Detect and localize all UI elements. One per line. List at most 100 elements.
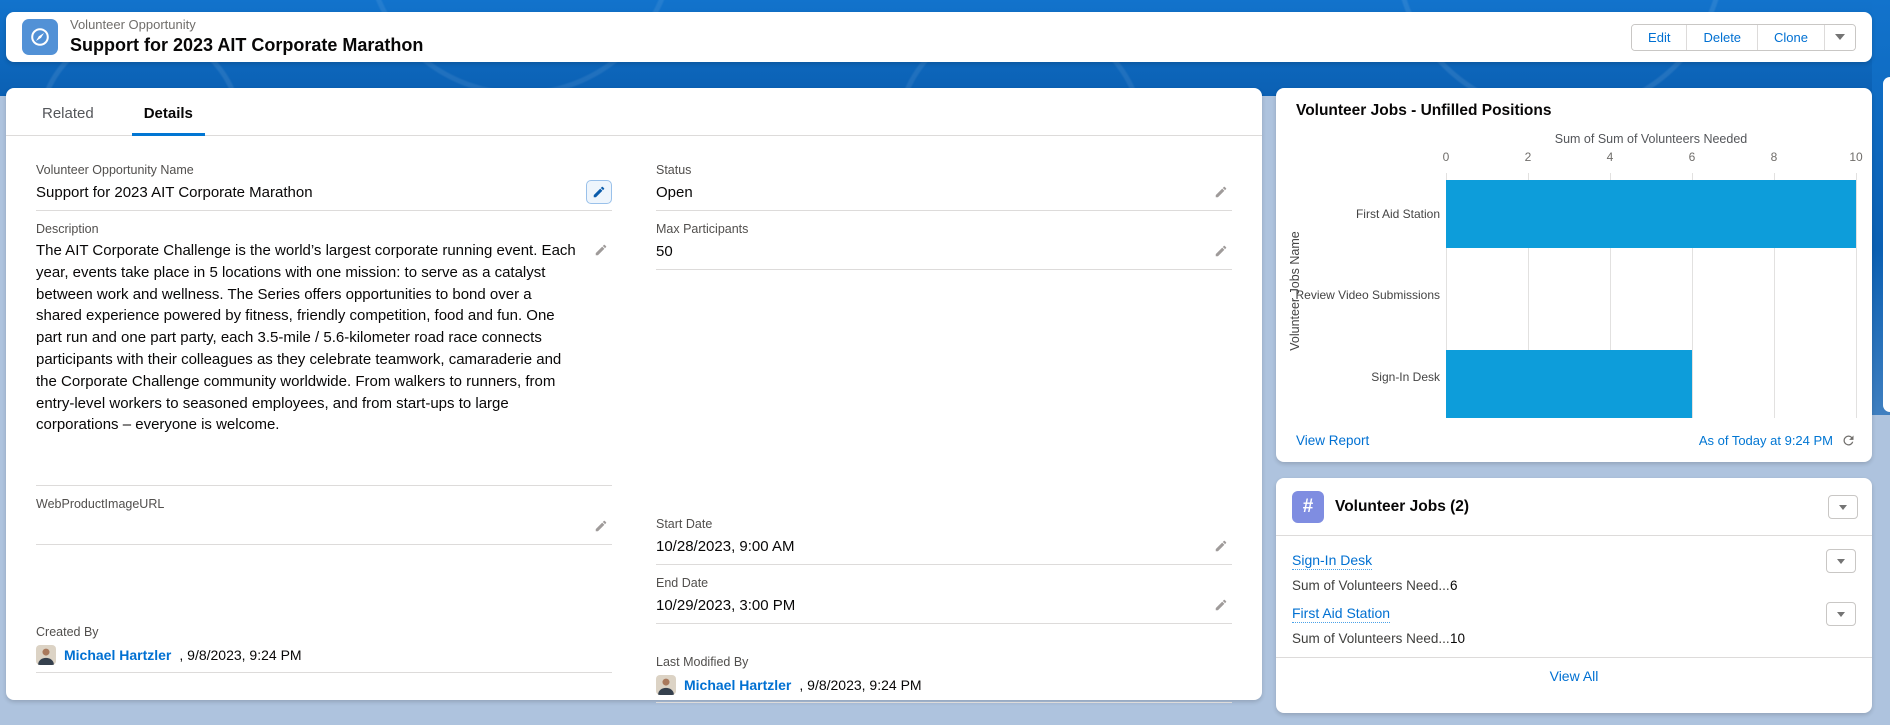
record-action-buttons: Edit Delete Clone [1631,24,1856,51]
field-label: Description [36,221,612,238]
edit-name-button[interactable] [586,180,612,204]
spacer [656,280,1232,516]
field-label: End Date [656,575,1232,592]
list-item-field-row: Sum of Volunteers Need... 10 [1292,631,1856,646]
avatar [36,645,56,665]
chevron-down-icon [1839,505,1847,510]
list-item: First Aid Station Sum of Volunteers Need… [1292,593,1856,646]
last-modified-by-datetime: , 9/8/2023, 9:24 PM [799,677,921,693]
chart-footer: View Report As of Today at 9:24 PM [1276,424,1872,462]
row-actions-button[interactable] [1826,549,1856,573]
field-web-product-image-url: WebProductImageURL [36,496,612,545]
chart-x-axis: 0246810 [1446,150,1856,166]
edit-max-participants-button[interactable] [1214,244,1228,261]
field-value: 10/29/2023, 3:00 PM [656,594,1232,618]
x-tick-label: 10 [1849,150,1862,164]
created-by-user-link[interactable]: Michael Hartzler [64,647,171,663]
spacer [36,555,612,624]
delete-button[interactable]: Delete [1686,25,1757,50]
field-label: Volunteer Opportunity Name [36,162,612,179]
chart-row [1446,262,1856,344]
field-value: 10 [1450,631,1465,646]
detail-fields-left-column: Volunteer Opportunity Name Support for 2… [36,162,612,713]
chart-card-unfilled-positions: Volunteer Jobs - Unfilled Positions Sum … [1276,88,1872,462]
volunteer-opportunity-icon [22,19,58,55]
list-item-title-row: Sign-In Desk [1292,549,1856,573]
edit-description-button[interactable] [594,243,608,260]
field-label: Created By [36,624,612,641]
field-start-date: Start Date 10/28/2023, 9:00 AM [656,516,1232,565]
x-tick-label: 8 [1771,150,1778,164]
tab-details[interactable]: Details [132,105,205,136]
field-value [36,515,612,539]
field-max-participants: Max Participants 50 [656,221,1232,270]
category-label: Sign-In Desk [1312,336,1440,418]
view-report-link[interactable]: View Report [1296,433,1369,448]
bar-first-aid-station[interactable] [1446,180,1856,248]
category-label: First Aid Station [1312,173,1440,255]
related-list-title: Volunteer Jobs (2) [1335,498,1469,516]
pencil-icon [1214,244,1228,258]
chart-value-axis-title: Sum of Sum of Volunteers Needed [1446,132,1856,146]
bar-sign-in-desk[interactable] [1446,350,1692,418]
view-all-link[interactable]: View All [1550,668,1599,684]
job-link-first-aid-station[interactable]: First Aid Station [1292,605,1390,623]
field-label: WebProductImageURL [36,496,612,513]
field-description: Description The AIT Corporate Challenge … [36,221,612,486]
edit-web-product-image-url-button[interactable] [594,519,608,536]
spacer [656,634,1232,654]
field-volunteer-opportunity-name: Volunteer Opportunity Name Support for 2… [36,162,612,211]
category-label: Review Video Submissions [1312,255,1440,337]
pencil-icon [594,243,608,257]
job-link-sign-in-desk[interactable]: Sign-In Desk [1292,552,1372,570]
right-rail-card-edge [1883,77,1890,412]
list-item-title-row: First Aid Station [1292,602,1856,626]
field-value: 50 [656,240,1232,264]
avatar [656,675,676,695]
field-label: Status [656,162,1232,179]
row-actions-button[interactable] [1826,602,1856,626]
edit-start-date-button[interactable] [1214,539,1228,556]
record-highlights-header: Volunteer Opportunity Support for 2023 A… [6,12,1872,62]
last-modified-by-value: Michael Hartzler , 9/8/2023, 9:24 PM [656,675,1232,697]
pencil-icon [592,185,606,199]
created-by-datetime: , 9/8/2023, 9:24 PM [179,647,301,663]
x-tick-label: 0 [1443,150,1450,164]
clone-button[interactable]: Clone [1757,25,1824,50]
edit-status-button[interactable] [1214,185,1228,202]
record-title: Support for 2023 AIT Corporate Marathon [70,35,423,56]
field-end-date: End Date 10/29/2023, 3:00 PM [656,575,1232,624]
chart-row [1446,180,1856,262]
more-actions-button[interactable] [1824,25,1855,50]
chart-as-of-text: As of Today at 9:24 PM [1699,433,1833,448]
x-tick-label: 6 [1689,150,1696,164]
chevron-down-icon [1837,559,1845,564]
chart-plot-area [1446,173,1856,418]
record-header-text: Volunteer Opportunity Support for 2023 A… [70,18,423,56]
x-tick-label: 2 [1525,150,1532,164]
related-list-items: Sign-In Desk Sum of Volunteers Need... 6… [1276,536,1872,646]
field-label: Start Date [656,516,1232,533]
related-list-volunteer-jobs: # Volunteer Jobs (2) Sign-In Desk Sum of… [1276,478,1872,713]
list-item: Sign-In Desk Sum of Volunteers Need... 6 [1292,540,1856,593]
edit-button[interactable]: Edit [1632,25,1686,50]
chart-row [1446,350,1856,432]
last-modified-by-user-link[interactable]: Michael Hartzler [684,677,791,693]
x-tick-label: 4 [1607,150,1614,164]
edit-end-date-button[interactable] [1214,598,1228,615]
pencil-icon [1214,539,1228,553]
refresh-icon[interactable] [1841,433,1856,448]
pencil-icon [1214,598,1228,612]
detail-fields: Volunteer Opportunity Name Support for 2… [6,136,1262,713]
field-label: Max Participants [656,221,1232,238]
related-list-footer: View All [1276,657,1872,696]
tab-related[interactable]: Related [30,105,106,135]
field-value: Support for 2023 AIT Corporate Marathon [36,181,612,205]
compass-icon [29,26,51,48]
field-value: 10/28/2023, 9:00 AM [656,535,1232,559]
related-list-header: # Volunteer Jobs (2) [1276,478,1872,536]
field-value: The AIT Corporate Challenge is the world… [36,240,612,480]
list-item-field-row: Sum of Volunteers Need... 6 [1292,578,1856,593]
field-created-by: Created By Michael Hartzler , 9/8/2023, … [36,624,612,673]
related-list-menu-button[interactable] [1828,495,1858,519]
